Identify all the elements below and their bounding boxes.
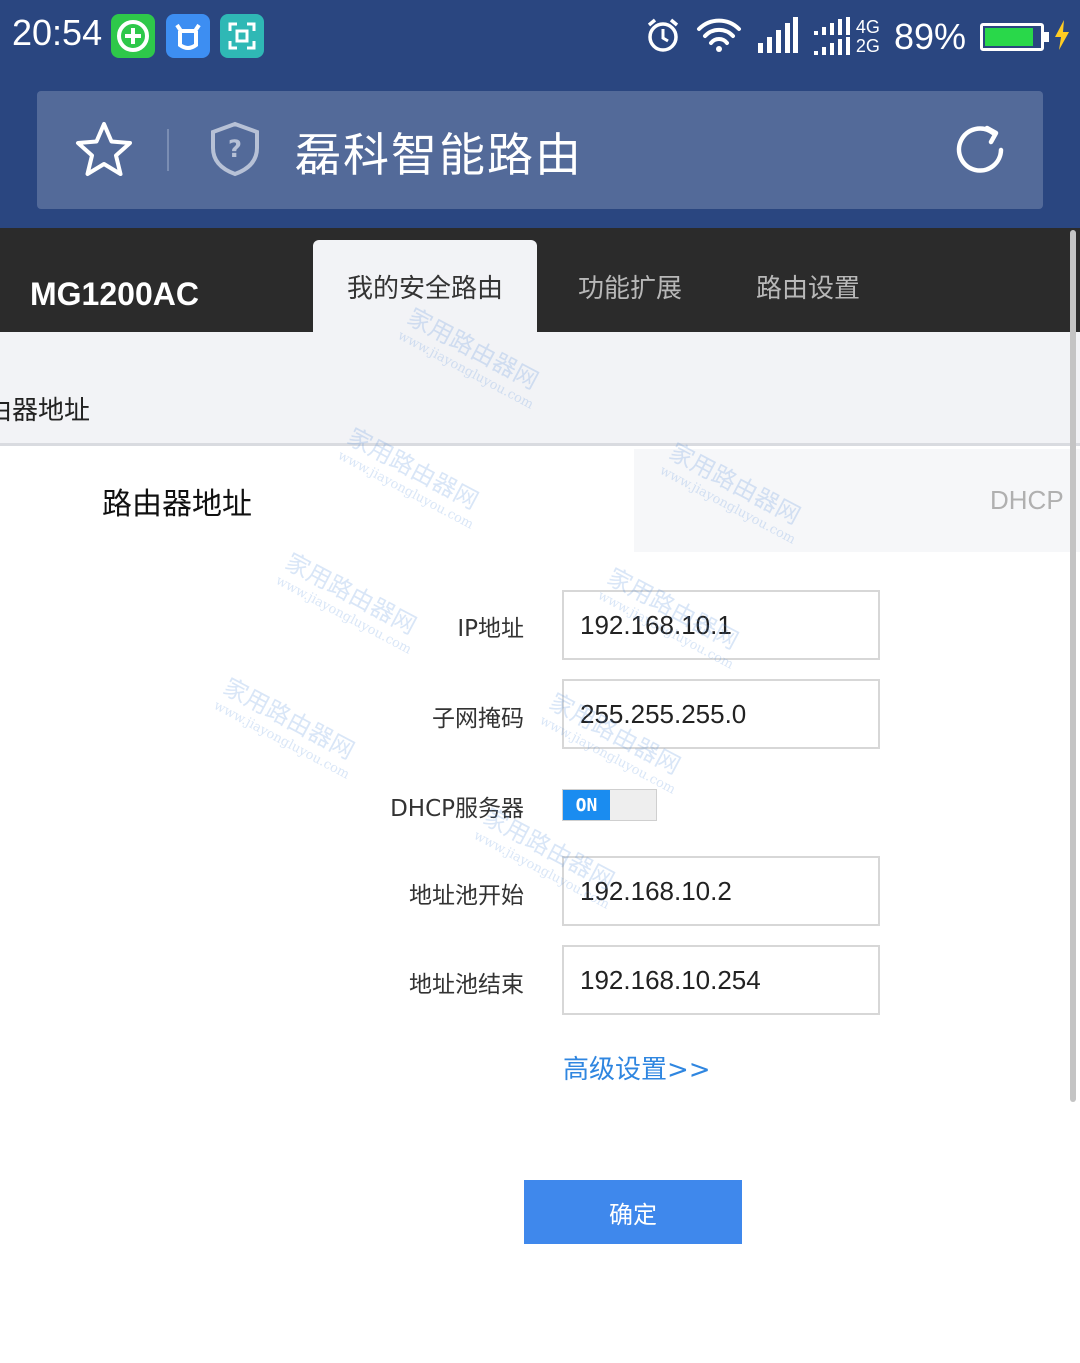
battery-percent: 89% — [893, 16, 966, 57]
advanced-settings-link[interactable]: 高级设置>> — [563, 1049, 711, 1086]
network-4g-label: 4G — [855, 17, 880, 37]
router-model: MG1200AC — [30, 276, 199, 312]
network-2g-label: 2G — [855, 36, 880, 56]
dhcp-side-tab-label: DHCP — [990, 485, 1064, 515]
tab-my-secure-router[interactable]: 我的安全路由 — [313, 240, 537, 332]
subnet-mask-field[interactable]: 255.255.255.0 — [562, 679, 880, 749]
svg-text:?: ? — [228, 135, 242, 163]
dhcp-server-label: DHCP服务器 — [390, 796, 524, 822]
wifi-icon — [696, 17, 742, 57]
address-bar[interactable]: ? 磊科智能路由 — [37, 91, 1043, 209]
sub-header-title: 由器地址 — [0, 396, 91, 426]
router-nav-bar: MG1200AC 我的安全路由 功能扩展 路由设置 — [0, 228, 1080, 332]
browser-toolbar: ? 磊科智能路由 — [0, 75, 1080, 228]
reload-icon[interactable] — [951, 121, 1009, 179]
plus-app-icon — [111, 14, 155, 58]
dhcp-server-toggle[interactable]: ON — [562, 789, 657, 821]
dual-sim-signal-icon: 4G 2G — [812, 17, 880, 57]
signal-icon — [756, 17, 798, 57]
security-shield-icon[interactable]: ? — [209, 121, 261, 177]
ip-label: IP地址 — [457, 616, 524, 642]
ip-address-field[interactable]: 192.168.10.1 — [562, 590, 880, 660]
toggle-on-indicator: ON — [563, 790, 610, 820]
battery-icon — [980, 23, 1049, 51]
confirm-button[interactable]: 确定 — [524, 1180, 742, 1244]
cow-app-icon — [166, 14, 210, 58]
pool-end-label: 地址池结束 — [409, 972, 524, 998]
subnet-mask-label: 子网掩码 — [432, 706, 524, 732]
dhcp-side-tab[interactable]: DHCP — [634, 449, 1080, 552]
page-title[interactable]: 磊科智能路由 — [295, 119, 583, 185]
charging-icon — [1054, 20, 1070, 54]
address-divider — [167, 129, 169, 171]
pool-start-label: 地址池开始 — [409, 883, 524, 909]
tab-router-settings[interactable]: 路由设置 — [738, 240, 878, 332]
status-bar: 20:54 4G 2G 89% — [0, 0, 1080, 75]
status-right-group: 4G 2G 89% — [644, 10, 1070, 64]
settings-panel: DHCP 路由器地址 IP地址 192.168.10.1 子网掩码 255.25… — [0, 449, 1080, 1363]
tab-feature-extensions[interactable]: 功能扩展 — [560, 240, 700, 332]
bookmark-star-icon[interactable] — [73, 119, 135, 181]
pool-start-field[interactable]: 192.168.10.2 — [562, 856, 880, 926]
sub-header: 由器地址 — [0, 332, 1080, 446]
scan-app-icon — [220, 14, 264, 58]
page-scrollbar[interactable] — [1070, 230, 1076, 1102]
status-time: 20:54 — [12, 12, 103, 53]
alarm-icon — [644, 16, 682, 58]
pool-end-field[interactable]: 192.168.10.254 — [562, 945, 880, 1015]
section-title: 路由器地址 — [102, 487, 252, 522]
